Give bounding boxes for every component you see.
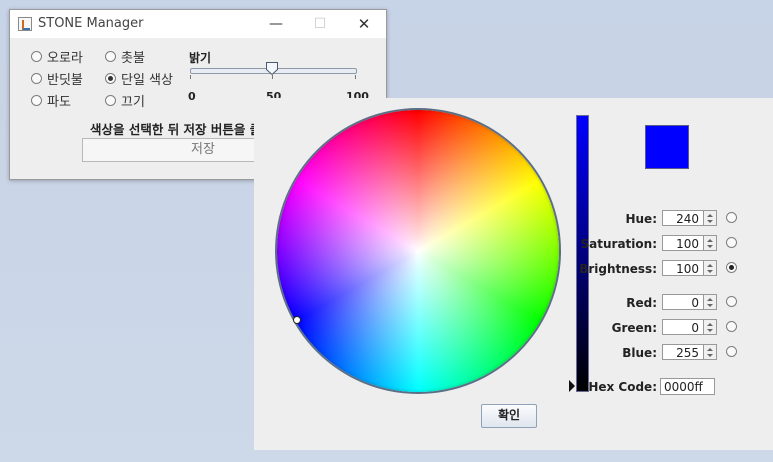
mode-radio-wave[interactable]: 파도 (31, 91, 71, 110)
hex-code-input[interactable]: 0000ff (660, 378, 715, 395)
spinner-up-icon[interactable] (707, 214, 713, 217)
hex-code-label: Hex Code: (588, 380, 657, 394)
color-wheel-marker[interactable] (293, 316, 301, 324)
saturation-input[interactable]: 100 (662, 235, 704, 251)
red-label: Red: (626, 296, 657, 310)
radio-icon (105, 95, 116, 106)
brightness-spinner[interactable] (704, 260, 717, 276)
hue-spinner[interactable] (704, 210, 717, 226)
red-input[interactable]: 0 (662, 294, 704, 310)
hue-mode-radio[interactable] (726, 212, 737, 223)
blue-label: Blue: (622, 346, 657, 360)
brightness-slider-thumb[interactable] (266, 62, 278, 75)
spinner-down-icon[interactable] (707, 329, 713, 332)
red-spinner[interactable] (704, 294, 717, 310)
brightness-field-label: Brightness: (579, 262, 657, 276)
green-label: Green: (611, 321, 657, 335)
spinner-up-icon[interactable] (707, 239, 713, 242)
java-app-icon (18, 17, 32, 31)
spinner-up-icon[interactable] (707, 348, 713, 351)
saturation-spinner[interactable] (704, 235, 717, 251)
mode-label: 오로라 (47, 51, 83, 66)
spinner-up-icon[interactable] (707, 323, 713, 326)
hue-input[interactable]: 240 (662, 210, 704, 226)
mode-label: 촛불 (121, 51, 145, 66)
spinner-down-icon[interactable] (707, 354, 713, 357)
radio-icon (31, 73, 42, 84)
hue-label: Hue: (625, 212, 657, 226)
title-bar[interactable]: STONE Manager — ☐ ✕ (10, 10, 386, 38)
mode-label: 파도 (47, 95, 71, 110)
brightness-label: 밝기 (189, 51, 212, 65)
ok-button[interactable]: 확인 (481, 404, 537, 428)
slider-tick (272, 75, 273, 79)
green-mode-radio[interactable] (726, 321, 737, 332)
blue-spinner[interactable] (704, 344, 717, 360)
mode-label: 끄기 (121, 95, 145, 110)
blue-input[interactable]: 255 (662, 344, 704, 360)
mode-radio-firefly[interactable]: 반딧불 (31, 69, 83, 88)
radio-icon (31, 51, 42, 62)
spinner-down-icon[interactable] (707, 304, 713, 307)
mode-label: 반딧불 (47, 73, 83, 88)
radio-icon (31, 95, 42, 106)
mode-radio-aurora[interactable]: 오로라 (31, 47, 83, 66)
red-mode-radio[interactable] (726, 296, 737, 307)
mode-label: 단일 색상 (121, 73, 173, 88)
mode-radio-candle[interactable]: 촛불 (105, 47, 145, 66)
spinner-up-icon[interactable] (707, 298, 713, 301)
brightness-mode-radio[interactable] (726, 262, 737, 273)
minimize-button[interactable]: — (254, 12, 298, 36)
mode-radio-off[interactable]: 끄기 (105, 91, 145, 110)
slider-tick (190, 75, 191, 79)
green-spinner[interactable] (704, 319, 717, 335)
color-preview-swatch (645, 125, 689, 169)
saturation-mode-radio[interactable] (726, 237, 737, 248)
brightness-input[interactable]: 100 (662, 260, 704, 276)
blue-mode-radio[interactable] (726, 346, 737, 357)
maximize-button[interactable]: ☐ (298, 12, 342, 36)
color-chooser-panel: Hue: 240 Saturation: 100 Brightness: 100… (254, 98, 773, 450)
spinner-up-icon[interactable] (707, 264, 713, 267)
window-title: STONE Manager (38, 16, 144, 31)
close-button[interactable]: ✕ (342, 12, 386, 36)
radio-icon (105, 51, 116, 62)
spinner-down-icon[interactable] (707, 220, 713, 223)
green-input[interactable]: 0 (662, 319, 704, 335)
instruction-text: 색상을 선택한 뒤 저장 버튼을 클 (90, 122, 262, 137)
radio-selected-icon (105, 73, 116, 84)
spinner-down-icon[interactable] (707, 270, 713, 273)
mode-radio-single-color[interactable]: 단일 색상 (105, 69, 173, 88)
slider-tick (355, 75, 356, 79)
spinner-down-icon[interactable] (707, 245, 713, 248)
slider-tick-label-min: 0 (188, 90, 196, 103)
saturation-label: Saturation: (580, 237, 657, 251)
